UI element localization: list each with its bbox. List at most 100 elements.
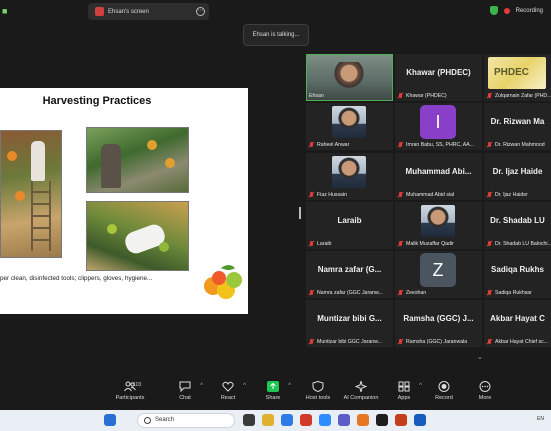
muted-mic-icon	[487, 241, 492, 247]
recording-dot-icon	[503, 7, 510, 14]
search-placeholder: Search	[155, 417, 175, 423]
participant-name: Khawar (PHDEC)	[406, 93, 447, 99]
file-explorer-icon[interactable]	[262, 414, 274, 426]
participant-tile[interactable]: Dr. Rizwan Ma Dr. Rizwan Mahmood	[484, 103, 551, 150]
participant-name-label: Zeeshan	[398, 290, 426, 296]
participant-tile[interactable]: Khawar (PHDEC) Khawar (PHDEC)	[395, 54, 482, 101]
muted-mic-icon	[398, 142, 403, 148]
participant-name-label: Khawar (PHDEC)	[398, 93, 447, 99]
chevron-up-icon[interactable]: ^	[419, 383, 422, 389]
host-tools-button[interactable]: Host tools	[298, 381, 338, 401]
participant-avatar	[332, 156, 366, 188]
chevron-up-icon[interactable]: ^	[288, 383, 291, 389]
participant-tile[interactable]: Muntizar bibi G... Muntizar bibi GGC Jara…	[306, 300, 393, 347]
os-taskbar: Search EN	[0, 410, 551, 431]
chat-button[interactable]: Chat ^	[165, 381, 205, 401]
chevron-up-icon[interactable]: ^	[200, 383, 203, 389]
participant-name: Raheel Anwar	[317, 142, 350, 148]
participant-name: Zulqarnain Zafar (PHD...	[495, 93, 551, 99]
ladder-shape	[31, 181, 51, 251]
participant-tile[interactable]: Muhammad Abi... Muhammad Abid sial	[395, 153, 482, 200]
chevron-down-icon[interactable]: ⌄	[477, 353, 483, 361]
host-tools-label: Host tools	[305, 395, 331, 401]
participant-tile[interactable]: I Imran Babu, SS, PHRC, AA...	[395, 103, 482, 150]
apps-button[interactable]: Apps ^	[384, 381, 424, 401]
muted-mic-icon	[398, 241, 403, 247]
participant-name: Sadiqa Rukhsar	[495, 290, 532, 296]
participant-name-label: Dr. Ijaz Haider	[487, 192, 528, 198]
participant-name: Malik Muzaffar Qadir	[406, 241, 454, 247]
recording-indicator[interactable]: Recording	[489, 6, 543, 15]
participant-name-label: Raheel Anwar	[309, 142, 349, 148]
participant-initial-avatar: I	[420, 105, 456, 139]
share-label: Ehsan's screen	[108, 8, 149, 15]
participant-name: Dr. Shadab LU Balochi...	[495, 241, 551, 247]
taskbar-search[interactable]: Search	[137, 413, 235, 428]
talking-indicator: Ehsan is talking...	[243, 24, 309, 46]
word-icon[interactable]	[414, 414, 426, 426]
participant-tile[interactable]: Akbar Hayat C Akbar Hayat Chief sc...	[484, 300, 551, 347]
participant-tile[interactable]: PHDEC Zulqarnain Zafar (PHD...	[484, 54, 551, 101]
sparkle-icon	[355, 381, 367, 392]
video-icon[interactable]: ■	[2, 6, 7, 16]
shared-slide: Harvesting Practices per clean, disinfec…	[0, 88, 248, 314]
share-stop-icon	[95, 7, 104, 16]
options-icon[interactable]: ⋯	[196, 7, 205, 16]
participant-name-label: Laraib	[309, 241, 331, 247]
participant-tile[interactable]: Ehsan	[306, 54, 393, 101]
splitter-handle[interactable]	[299, 207, 301, 219]
chat-label: Chat	[179, 395, 191, 401]
participant-tile[interactable]: Malik Muzaffar Qadir	[395, 202, 482, 249]
zoom-icon[interactable]	[319, 414, 331, 426]
share-button[interactable]: Share ^	[253, 381, 293, 401]
chrome-icon[interactable]	[300, 414, 312, 426]
participant-name: Akbar Hayat Chief sc...	[495, 339, 549, 345]
react-label: React	[220, 395, 236, 401]
teams-icon[interactable]	[338, 414, 350, 426]
participant-name-label: Ramsha (GGC) Jaranwala	[398, 339, 467, 345]
apps-label: Apps	[397, 395, 411, 401]
participant-tile[interactable]: Fiaz Hussain	[306, 153, 393, 200]
start-icon[interactable]	[104, 414, 116, 426]
participant-display-name: Dr. Shadab LU	[490, 216, 545, 225]
participant-tile[interactable]: Sadiqa Rukhs Sadiqa Rukhsar	[484, 251, 551, 298]
participant-tile[interactable]: Namra zafar (G... Namra zafar (GGC Jaranw…	[306, 251, 393, 298]
participant-tile[interactable]: Z Zeeshan	[395, 251, 482, 298]
record-label: Record	[435, 395, 453, 401]
participant-tile[interactable]: Raheel Anwar	[306, 103, 393, 150]
record-button[interactable]: Record	[424, 381, 464, 401]
participant-display-name: Muntizar bibi G...	[317, 314, 382, 323]
muted-mic-icon	[309, 192, 314, 198]
participant-name: Ramsha (GGC) Jaranwala	[406, 339, 468, 345]
participant-tile[interactable]: Dr. Ijaz Haide Dr. Ijaz Haider	[484, 153, 551, 200]
slide-caption: per clean, disinfected tools; clippers, …	[0, 275, 153, 282]
fruit-shape	[7, 151, 17, 161]
task-view-icon[interactable]	[243, 414, 255, 426]
chevron-up-icon[interactable]: ^	[243, 383, 246, 389]
participant-display-name: Ramsha (GGC) J...	[403, 314, 474, 323]
ai-companion-button[interactable]: AI Companion	[340, 381, 382, 401]
react-button[interactable]: React ^	[208, 381, 248, 401]
muted-mic-icon	[487, 290, 492, 296]
edge-icon[interactable]	[281, 414, 293, 426]
store-icon[interactable]	[376, 414, 388, 426]
harvest-photo-clipping	[86, 201, 189, 271]
participant-name-label: Fiaz Hussain	[309, 192, 347, 198]
participant-tile[interactable]: Laraib Laraib	[306, 202, 393, 249]
participant-name-label: Zulqarnain Zafar (PHD...	[487, 93, 551, 99]
ai-companion-label: AI Companion	[343, 395, 379, 401]
more-button[interactable]: More	[465, 381, 505, 401]
harvest-photo-picking	[86, 127, 189, 193]
participant-tile[interactable]: Dr. Shadab LU Dr. Shadab LU Balochi...	[484, 202, 551, 249]
participants-button[interactable]: 103 Participants	[110, 381, 150, 401]
firefox-icon[interactable]	[357, 414, 369, 426]
participant-tile[interactable]: Ramsha (GGC) J... Ramsha (GGC) Jaranwala	[395, 300, 482, 347]
muted-mic-icon	[309, 142, 314, 148]
system-tray-language[interactable]: EN	[537, 416, 544, 422]
participant-display-name: Dr. Rizwan Ma	[490, 117, 545, 126]
muted-mic-icon	[398, 290, 403, 296]
fruit-shape	[15, 191, 25, 201]
more-label: More	[478, 395, 492, 401]
screen-share-indicator[interactable]: Ehsan's screen ⋯	[88, 3, 209, 20]
powerpoint-icon[interactable]	[395, 414, 407, 426]
